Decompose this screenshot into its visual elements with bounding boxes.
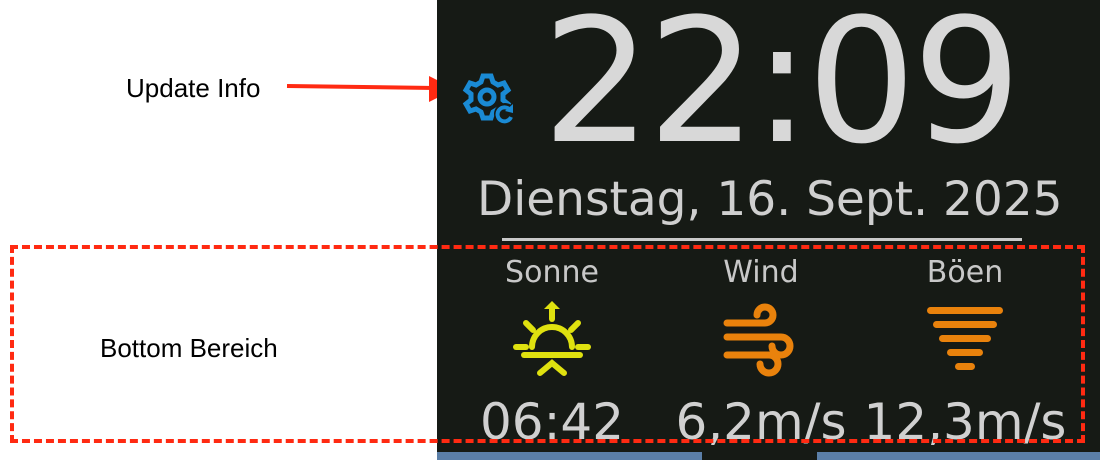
- nav-segment[interactable]: [817, 452, 1100, 460]
- divider: [502, 238, 1022, 241]
- date-display: Dienstag, 16. Sept. 2025: [477, 172, 1063, 227]
- annotation-arrow: [286, 76, 455, 102]
- bottom-area-highlight: [10, 245, 1085, 443]
- gear-refresh-icon[interactable]: [461, 68, 519, 126]
- annotation-update-info: Update Info: [126, 73, 261, 103]
- nav-segment[interactable]: [437, 452, 702, 460]
- bottom-nav-strip: [437, 452, 1100, 460]
- clock-time: 22:09: [542, 0, 1022, 182]
